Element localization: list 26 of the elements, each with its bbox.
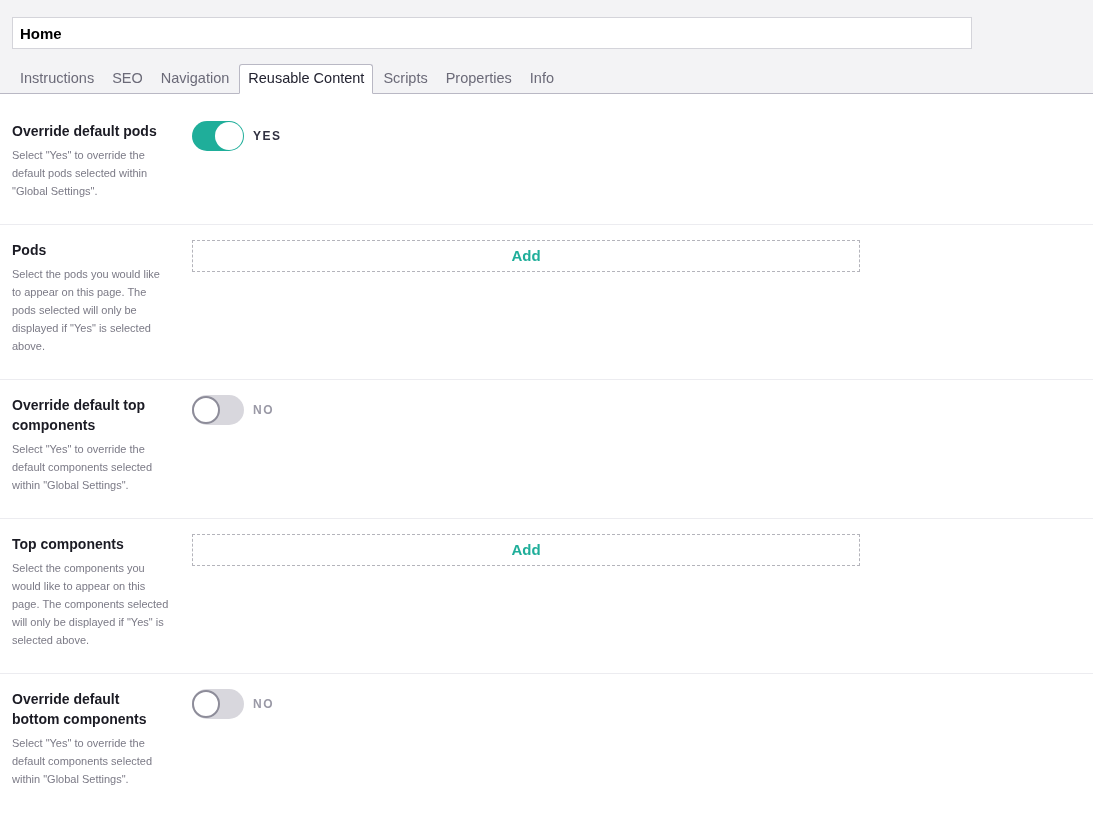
tab[interactable]: Info [521, 64, 562, 94]
page-title-field[interactable]: Home [12, 17, 972, 49]
field-description: Select the components you would like to appear on this page. The components selected will only be displayed if "Yes" is selected above. [12, 561, 170, 648]
field-label: Top components [12, 535, 125, 554]
field-label: Override default pods [12, 122, 158, 141]
add-button[interactable]: Add [192, 240, 860, 272]
toggle-state-label: NO [253, 402, 274, 419]
tab[interactable]: Scripts [375, 64, 436, 94]
toggle-state-label: NO [253, 696, 274, 713]
toggle-switch[interactable] [192, 121, 244, 151]
add-button[interactable]: Add [192, 534, 860, 566]
field-label: Override default top components [12, 396, 147, 435]
tab[interactable]: Instructions [12, 64, 103, 94]
tab[interactable]: SEO [104, 64, 151, 94]
field-label: Pods [12, 241, 48, 260]
tab[interactable]: Navigation [152, 64, 238, 94]
toggle-switch[interactable] [192, 395, 244, 425]
toggle-state-label: YES [253, 128, 282, 145]
field-description: Select "Yes" to override the default components selected within "Global Settings". [12, 736, 154, 787]
toggle-switch[interactable] [192, 689, 244, 719]
field-description: Select "Yes" to override the default components selected within "Global Settings". [12, 442, 154, 493]
tab[interactable]: Reusable Content [239, 64, 374, 94]
field-description: Select the pods you would like to appear on this page. The pods selected will only be displayed if "Yes" is selected above. [12, 267, 161, 354]
tab[interactable]: Properties [437, 64, 520, 94]
field-description: Select "Yes" to override the default pods selected within "Global Settings". [12, 148, 149, 199]
field-label: Override default bottom components [12, 690, 148, 729]
